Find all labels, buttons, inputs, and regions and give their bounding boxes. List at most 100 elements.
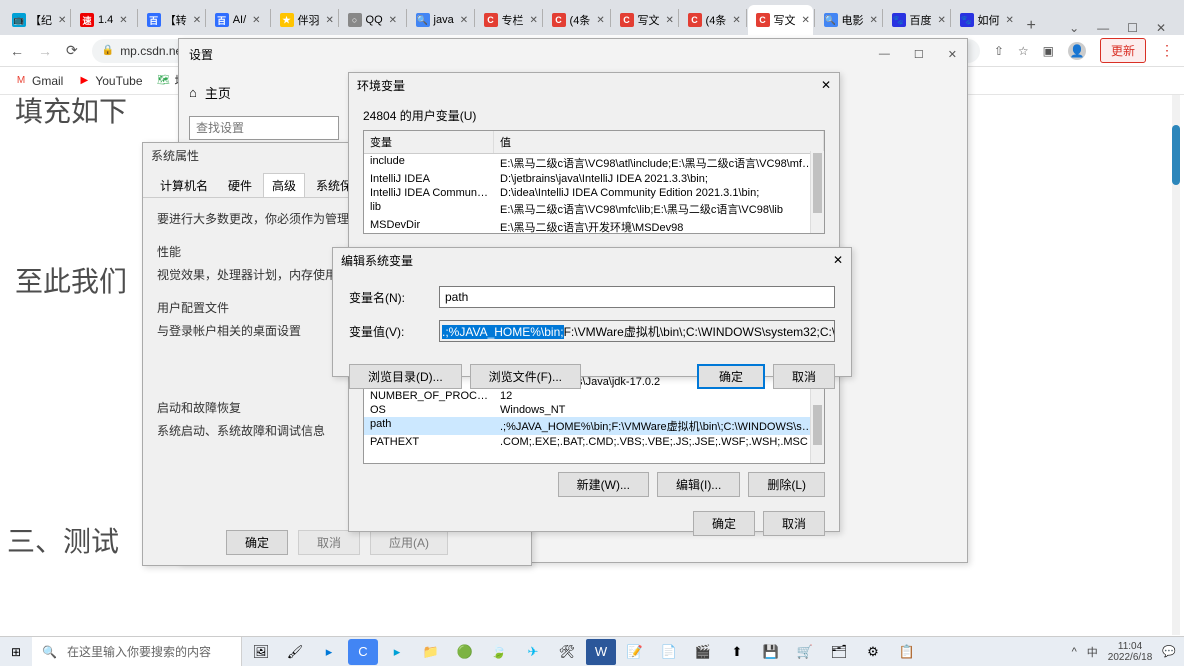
browser-tab[interactable]: C(4条✕ bbox=[544, 5, 609, 35]
browser-tab[interactable]: 🐾如何✕ bbox=[952, 5, 1017, 35]
back-button[interactable]: ← bbox=[10, 43, 24, 59]
browser-tab[interactable]: 📺【纪✕ bbox=[4, 5, 69, 35]
user-vars-table[interactable]: 变量 值 includeE:\黑马二级c语言\VC98\atl\include;… bbox=[363, 130, 825, 234]
tab-close-icon[interactable]: ✕ bbox=[870, 15, 878, 26]
browser-tab[interactable]: ★伴羽✕ bbox=[272, 5, 337, 35]
close-icon[interactable]: ✕ bbox=[821, 78, 831, 92]
scrollbar[interactable] bbox=[810, 151, 824, 233]
env-var-row[interactable]: OSWindows_NT bbox=[364, 403, 824, 417]
browser-tab[interactable]: C写文✕ bbox=[748, 5, 813, 35]
taskbar-app[interactable]: 🗂 bbox=[824, 639, 854, 665]
browser-tab[interactable]: 🔍java✕ bbox=[408, 5, 473, 35]
settings-search-input[interactable] bbox=[189, 116, 339, 140]
minimize-icon[interactable]: — bbox=[879, 48, 890, 61]
browse-file-button[interactable]: 浏览文件(F)... bbox=[470, 364, 581, 389]
edit-cancel-button[interactable]: 取消 bbox=[773, 364, 835, 389]
tab-close-icon[interactable]: ✕ bbox=[389, 15, 397, 26]
tab-close-icon[interactable]: ✕ bbox=[938, 15, 946, 26]
sysprop-ok-button[interactable]: 确定 bbox=[226, 530, 288, 555]
browser-tab[interactable]: 百【转✕ bbox=[139, 5, 204, 35]
minimize-icon[interactable]: — bbox=[1097, 21, 1109, 35]
tab-close-icon[interactable]: ✕ bbox=[666, 15, 674, 26]
tab-close-icon[interactable]: ✕ bbox=[802, 15, 810, 26]
bookmark[interactable]: MGmail bbox=[14, 74, 63, 88]
clock[interactable]: 11:04 2022/6/18 bbox=[1108, 641, 1153, 663]
browser-tab[interactable]: 🐾百度✕ bbox=[884, 5, 949, 35]
star-icon[interactable]: ☆ bbox=[1018, 44, 1029, 58]
page-scrollbar[interactable] bbox=[1172, 95, 1180, 635]
taskbar-app[interactable]: 🟢 bbox=[450, 639, 480, 665]
taskbar-app[interactable]: 🛠 bbox=[552, 639, 582, 665]
tab-close-icon[interactable]: ✕ bbox=[193, 15, 201, 26]
tab-close-icon[interactable]: ✕ bbox=[1006, 15, 1014, 26]
browser-tab[interactable]: C写文✕ bbox=[612, 5, 677, 35]
forward-button[interactable]: → bbox=[38, 43, 52, 59]
taskbar-app[interactable]: ▸ bbox=[314, 639, 344, 665]
env-var-row[interactable]: includeE:\黑马二级c语言\VC98\atl\include;E:\黑马… bbox=[364, 154, 824, 172]
browser-tab[interactable]: 🔍电影✕ bbox=[816, 5, 881, 35]
close-icon[interactable]: ✕ bbox=[948, 48, 957, 61]
env-var-row[interactable]: libE:\黑马二级c语言\VC98\mfc\lib;E:\黑马二级c语言\VC… bbox=[364, 200, 824, 218]
env-var-row[interactable]: IntelliJ IDEA Community Ed...D:\idea\Int… bbox=[364, 186, 824, 200]
env-var-row[interactable]: path.;%JAVA_HOME%\bin;F:\VMWare虚拟机\bin\;… bbox=[364, 417, 824, 435]
env-ok-button[interactable]: 确定 bbox=[693, 511, 755, 536]
taskbar-app[interactable]: 🛒 bbox=[790, 639, 820, 665]
delete-button[interactable]: 删除(L) bbox=[748, 472, 825, 497]
taskbar-app[interactable]: ⬆ bbox=[722, 639, 752, 665]
taskbar-app[interactable]: 💾 bbox=[756, 639, 786, 665]
browser-tab[interactable]: ○QQ✕ bbox=[340, 5, 405, 35]
taskbar-app[interactable]: 📁 bbox=[416, 639, 446, 665]
var-value-input[interactable]: .;%JAVA_HOME%\bin;F:\VMWare虚拟机\bin\;C:\W… bbox=[439, 320, 835, 342]
sysprop-tab[interactable]: 硬件 bbox=[219, 173, 261, 197]
update-button[interactable]: 更新 bbox=[1100, 38, 1146, 63]
tab-close-icon[interactable]: ✕ bbox=[530, 15, 538, 26]
tray-chevron[interactable]: ^ bbox=[1072, 646, 1077, 658]
taskbar-app[interactable]: ▸ bbox=[382, 639, 412, 665]
tab-close-icon[interactable]: ✕ bbox=[596, 15, 604, 26]
browse-dir-button[interactable]: 浏览目录(D)... bbox=[349, 364, 462, 389]
menu-button[interactable]: ⋮ bbox=[1160, 42, 1174, 59]
browser-tab[interactable]: 速1.4✕ bbox=[72, 5, 136, 35]
reload-button[interactable]: ⟳ bbox=[66, 42, 78, 59]
tab-close-icon[interactable]: ✕ bbox=[732, 15, 740, 26]
maximize-icon[interactable]: ☐ bbox=[914, 48, 924, 61]
start-button[interactable]: ⊞ bbox=[0, 645, 32, 659]
profile-icon[interactable]: 👤 bbox=[1068, 42, 1086, 60]
tab-close-icon[interactable]: ✕ bbox=[58, 15, 66, 26]
close-icon[interactable]: ✕ bbox=[1156, 21, 1166, 35]
sysprop-tab[interactable]: 高级 bbox=[263, 173, 305, 197]
extension-icon[interactable]: ▣ bbox=[1043, 44, 1054, 58]
notif-icon[interactable]: 💬 bbox=[1162, 645, 1176, 658]
close-icon[interactable]: ✕ bbox=[833, 253, 843, 267]
tab-close-icon[interactable]: ✕ bbox=[460, 15, 468, 26]
var-name-input[interactable] bbox=[439, 286, 835, 308]
edit-ok-button[interactable]: 确定 bbox=[697, 364, 765, 389]
browser-tab[interactable]: C专栏✕ bbox=[476, 5, 541, 35]
taskbar-app[interactable]: 🖼 bbox=[246, 639, 276, 665]
taskbar-app[interactable]: 📄 bbox=[654, 639, 684, 665]
ime-indicator[interactable]: 中 bbox=[1087, 644, 1098, 660]
env-var-row[interactable]: PATHEXT.COM;.EXE;.BAT;.CMD;.VBS;.VBE;.JS… bbox=[364, 435, 824, 449]
taskbar-app[interactable]: ⚙ bbox=[858, 639, 888, 665]
taskbar-app[interactable]: 📝 bbox=[620, 639, 650, 665]
bookmark[interactable]: ▶YouTube bbox=[77, 74, 142, 88]
edit-button[interactable]: 编辑(I)... bbox=[657, 472, 740, 497]
env-var-row[interactable]: MSDevDirE:\黑马二级c语言\开发环境\MSDev98 bbox=[364, 218, 824, 234]
browser-tab[interactable]: 百AI/✕ bbox=[207, 5, 269, 35]
maximize-icon[interactable]: ☐ bbox=[1127, 21, 1138, 35]
taskbar-app[interactable]: 🖌 bbox=[280, 639, 310, 665]
tab-close-icon[interactable]: ✕ bbox=[326, 15, 334, 26]
sysprop-tab[interactable]: 计算机名 bbox=[151, 173, 217, 197]
taskbar-app[interactable]: 🎬 bbox=[688, 639, 718, 665]
taskbar-app[interactable]: ✈ bbox=[518, 639, 548, 665]
taskbar-app[interactable]: 🍃 bbox=[484, 639, 514, 665]
taskbar-search[interactable]: 🔍 在这里输入你要搜索的内容 bbox=[32, 637, 242, 666]
new-button[interactable]: 新建(W)... bbox=[558, 472, 649, 497]
home-nav[interactable]: ⌂ 主页 bbox=[189, 83, 339, 102]
browser-tab[interactable]: C(4条✕ bbox=[680, 5, 745, 35]
env-var-row[interactable]: IntelliJ IDEAD:\jetbrains\java\IntelliJ … bbox=[364, 172, 824, 186]
chevron-down-icon[interactable]: ⌄ bbox=[1069, 21, 1079, 35]
share-icon[interactable]: ⇧ bbox=[994, 44, 1004, 58]
tab-close-icon[interactable]: ✕ bbox=[119, 15, 127, 26]
taskbar-app[interactable]: 📋 bbox=[892, 639, 922, 665]
